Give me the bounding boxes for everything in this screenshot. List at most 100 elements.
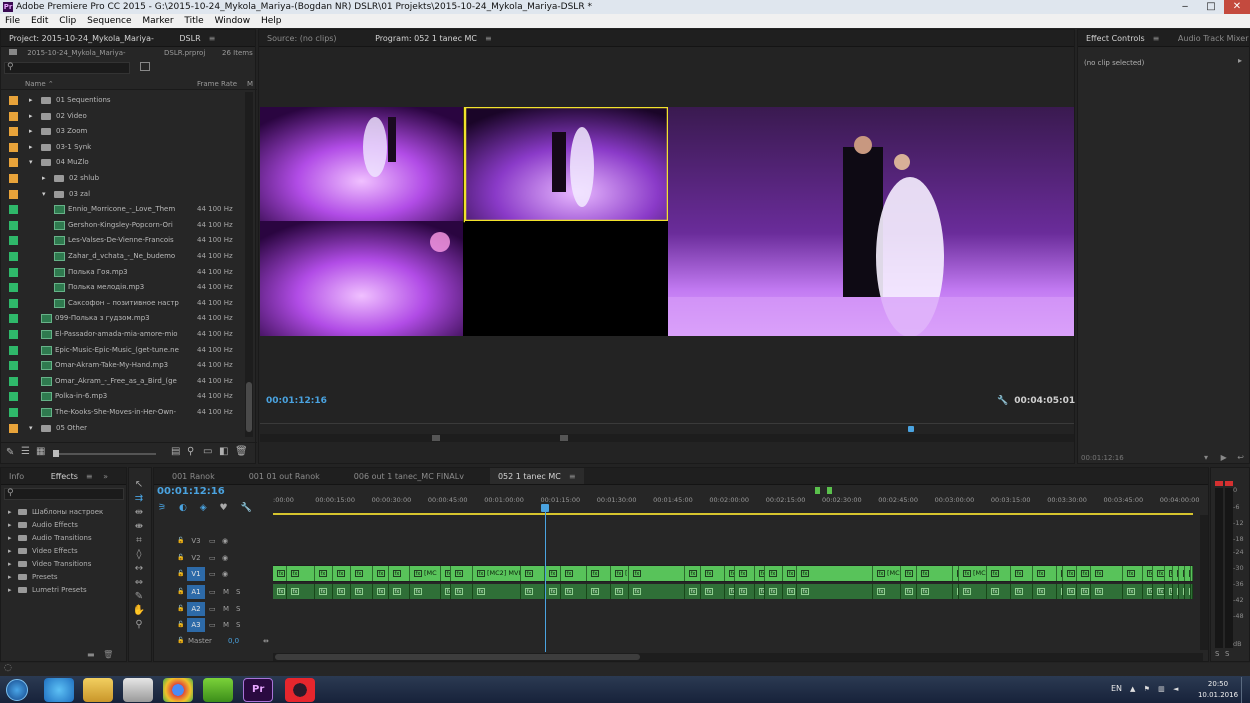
project-bin-row[interactable]: ▾ 03 zal xyxy=(1,187,244,203)
premiere-taskbar-icon[interactable]: Pr xyxy=(243,678,273,702)
project-bin-row[interactable]: ▾ 04 MuZlo xyxy=(1,155,244,171)
v1-clip[interactable]: fx xyxy=(587,566,611,581)
rate-stretch-tool-icon[interactable]: ⌗ xyxy=(132,534,146,548)
v1-clip[interactable]: fx[MC2] MVI_( xyxy=(473,566,521,581)
disclosure-closed-icon[interactable]: ▸ xyxy=(8,506,12,519)
a1-clip[interactable]: fx xyxy=(797,584,873,599)
tray-flag-icon[interactable]: ⚑ xyxy=(1144,685,1150,693)
slide-tool-icon[interactable]: ⇔ xyxy=(132,576,146,590)
disclosure-closed-icon[interactable]: ▸ xyxy=(8,584,12,597)
v1-clip[interactable]: fx xyxy=(1011,566,1033,581)
v1-clip[interactable]: fx xyxy=(701,566,725,581)
effects-bin-row[interactable]: ▸ Audio Transitions xyxy=(1,532,129,545)
file-explorer-icon[interactable] xyxy=(83,678,113,702)
master-track-header[interactable]: 🔓 Master 0,0 ⇹ xyxy=(153,633,273,649)
work-area-bar[interactable] xyxy=(273,513,1193,515)
v1-clip[interactable]: fx xyxy=(287,566,315,581)
sync-lock-icon[interactable]: ▭ xyxy=(209,617,216,633)
master-volume-value[interactable]: 0,0 xyxy=(228,633,239,649)
disclosure-closed-icon[interactable]: ▸ xyxy=(42,171,46,187)
mute-track-button[interactable]: M xyxy=(223,601,229,617)
v1-clip[interactable]: fx[MC3] MVI_9988. xyxy=(873,566,901,581)
track-target-toggle[interactable]: V3 xyxy=(187,534,205,548)
project-bin-row[interactable]: ▸ 03 Zoom xyxy=(1,124,244,140)
menu-marker[interactable]: Marker xyxy=(142,16,173,26)
tab-program[interactable]: Program: 052 1 tanec MC ≡ xyxy=(367,30,500,46)
maximize-button[interactable]: □ xyxy=(1198,0,1224,14)
automate-icon[interactable]: ▤ xyxy=(171,446,180,457)
v1-clip[interactable]: fx xyxy=(561,566,587,581)
program-playhead[interactable] xyxy=(908,426,914,432)
a1-clip[interactable]: fx xyxy=(917,584,953,599)
track-lock-icon[interactable]: 🔓 xyxy=(177,633,184,649)
track-header-v2[interactable]: 🔓 V2 ▭ ◉ xyxy=(153,550,273,566)
panel-menu-icon[interactable]: ≡ xyxy=(86,472,93,481)
sync-lock-icon[interactable]: ▭ xyxy=(209,601,216,617)
a1-clip[interactable]: fx xyxy=(987,584,1011,599)
track-header-v1[interactable]: 🔓 V1 ▭ ◉ xyxy=(153,566,273,582)
disclosure-closed-icon[interactable]: ▸ xyxy=(8,519,12,532)
label-color-swatch[interactable] xyxy=(9,142,18,152)
tab-effect-controls[interactable]: Effect Controls ≡ xyxy=(1078,30,1167,46)
a1-clip[interactable]: fx xyxy=(1143,584,1153,599)
marker-icon[interactable]: ♥ xyxy=(219,503,227,513)
timeline-h-scrollbar[interactable] xyxy=(273,653,1203,661)
panel-menu-icon[interactable]: ≡ xyxy=(569,472,576,481)
menu-title[interactable]: Title xyxy=(184,16,203,26)
tray-volume-icon[interactable]: ◄ xyxy=(1173,685,1178,693)
track-target-toggle[interactable]: V1 xyxy=(187,567,205,581)
menu-clip[interactable]: Clip xyxy=(59,16,76,26)
menu-sequence[interactable]: Sequence xyxy=(87,16,131,26)
a1-clip[interactable]: fx xyxy=(351,584,373,599)
lock-icon[interactable]: ✎ xyxy=(6,447,14,458)
minimize-button[interactable]: ‒ xyxy=(1172,0,1198,14)
new-bin-icon[interactable]: ▬ xyxy=(87,650,95,659)
project-audio-row[interactable]: Les-Valses-De-Vienne-Francois 44 100 Hz xyxy=(1,233,244,249)
disclosure-closed-icon[interactable]: ▸ xyxy=(29,140,33,156)
v1-clip[interactable]: fx xyxy=(1091,566,1123,581)
v1-clip[interactable]: fx xyxy=(1191,566,1193,581)
v1-clip[interactable]: fx xyxy=(389,566,410,581)
tab-audio-track-mixer[interactable]: Audio Track Mixer xyxy=(1170,30,1249,46)
a1-clip[interactable]: fx xyxy=(315,584,333,599)
disclosure-closed-icon[interactable]: ▸ xyxy=(29,93,33,109)
project-audio-row[interactable]: The-Kooks-She-Moves-in-Her-Own- 44 100 Hz xyxy=(1,405,244,421)
timeline-sequence-tab[interactable]: 001 01 out Ranok xyxy=(241,468,328,484)
disclosure-closed-icon[interactable]: ▸ xyxy=(29,124,33,140)
menu-help[interactable]: Help xyxy=(261,16,282,26)
clock-time[interactable]: 20:50 xyxy=(1200,680,1236,688)
track-target-toggle[interactable]: A1 xyxy=(187,585,205,599)
label-color-swatch[interactable] xyxy=(9,96,18,105)
track-lock-icon[interactable]: 🔓 xyxy=(177,566,184,582)
effects-bin-row[interactable]: ▸ Video Effects xyxy=(1,545,129,558)
opera-icon[interactable] xyxy=(285,678,315,702)
clip-indicator-left[interactable] xyxy=(1215,481,1223,486)
a1-clip[interactable]: fx xyxy=(451,584,473,599)
v1-clip[interactable]: fx[MC xyxy=(755,566,765,581)
project-audio-row[interactable]: Ennio_Morricone_-_Love_Them 44 100 Hz xyxy=(1,202,244,218)
zoom-bar-right-handle[interactable] xyxy=(560,435,568,441)
filter-icon[interactable]: ▾ xyxy=(1204,453,1208,462)
disclosure-closed-icon[interactable]: ▸ xyxy=(8,558,12,571)
program-time-ruler[interactable] xyxy=(260,423,1074,433)
utorrent-icon[interactable] xyxy=(203,678,233,702)
label-color-swatch[interactable] xyxy=(9,267,18,277)
internet-explorer-icon[interactable] xyxy=(44,678,74,702)
project-bin-row[interactable]: ▸ 03-1 Synk xyxy=(1,140,244,156)
solo-right[interactable]: S xyxy=(1225,650,1229,658)
zoom-tool-icon[interactable]: ⚲ xyxy=(132,618,146,632)
project-scroll-thumb[interactable] xyxy=(246,382,252,432)
project-audio-row[interactable]: El-Passador-amada-mia-amore-mio 44 100 Hz xyxy=(1,327,244,343)
timeline-settings-icon[interactable]: 🔧 xyxy=(240,503,251,513)
a1-clip[interactable]: fx xyxy=(545,584,561,599)
a1-clip[interactable]: fx xyxy=(521,584,545,599)
rolling-edit-tool-icon[interactable]: ⇼ xyxy=(132,520,146,534)
a1-clip[interactable]: fx xyxy=(333,584,351,599)
media-player-icon[interactable] xyxy=(123,678,153,702)
project-audio-row[interactable]: Gershon-Kingsley-Popcorn-Ori 44 100 Hz xyxy=(1,218,244,234)
label-color-swatch[interactable] xyxy=(9,345,18,355)
project-audio-row[interactable]: Polka-in-6.mp3 44 100 Hz xyxy=(1,389,244,405)
label-color-swatch[interactable] xyxy=(9,127,18,137)
disclosure-closed-icon[interactable]: ▸ xyxy=(29,109,33,125)
track-header-a3[interactable]: 🔓 A3 ▭ M S xyxy=(153,617,273,633)
